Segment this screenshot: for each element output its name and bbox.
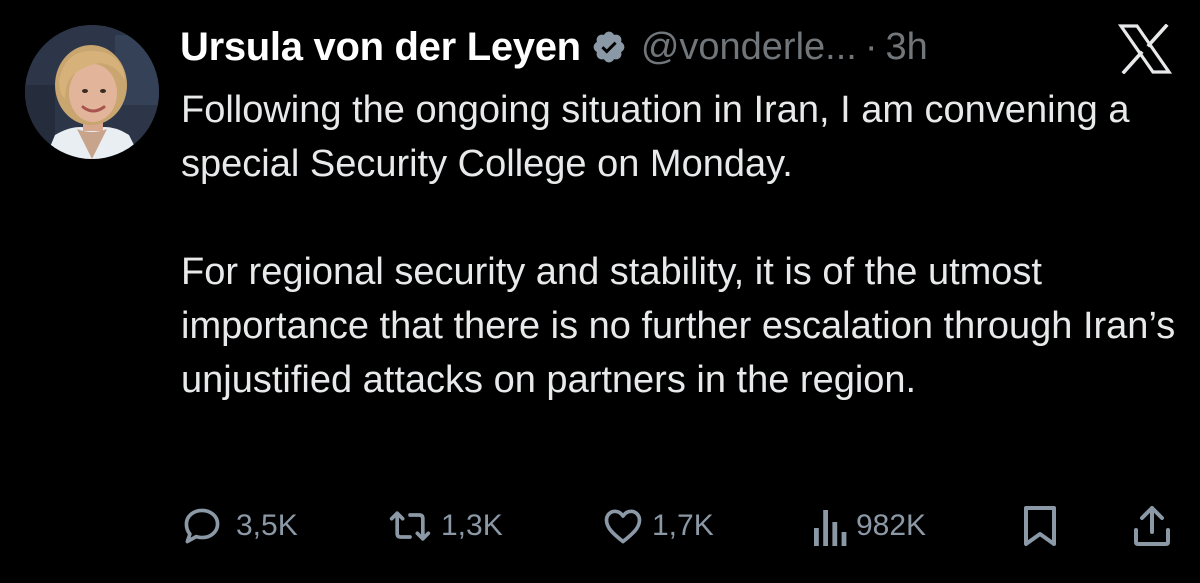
author-name[interactable]: Ursula von der Leyen [180,25,581,70]
tweet-header: Ursula von der Leyen @vonderle... · 3h [180,22,928,72]
tweet-text: Following the ongoing situation in Iran,… [181,83,1181,407]
like-button[interactable]: 1,7K [600,503,714,549]
bookmark-icon [1020,504,1060,548]
bookmark-button[interactable] [1020,503,1060,549]
reply-button[interactable]: 3,5K [180,503,298,549]
reply-count: 3,5K [236,509,298,542]
repost-button[interactable]: 1,3K [385,503,503,549]
views-count: 982K [856,509,927,542]
timestamp[interactable]: 3h [885,26,927,69]
repost-icon [385,504,435,548]
repost-count: 1,3K [441,509,503,542]
tweet: Ursula von der Leyen @vonderle... · 3h F… [0,0,1200,583]
share-icon [1132,504,1172,548]
like-count: 1,7K [652,509,714,542]
views-button[interactable]: 982K [812,503,926,549]
tweet-paragraph: Following the ongoing situation in Iran,… [181,89,1130,185]
x-logo-icon[interactable] [1117,23,1173,75]
verified-badge-icon [591,29,627,65]
reply-icon [180,504,224,548]
separator-dot: · [864,25,878,68]
profile-photo-icon [25,25,159,159]
share-button[interactable] [1132,503,1172,549]
heart-icon [600,504,646,548]
avatar[interactable] [25,25,159,159]
author-handle[interactable]: @vonderle... [641,26,857,69]
tweet-paragraph: For regional security and stability, it … [181,251,1176,401]
views-chart-icon [812,504,848,548]
action-bar: 3,5K 1,3K 1,7K 982K [180,503,1180,549]
